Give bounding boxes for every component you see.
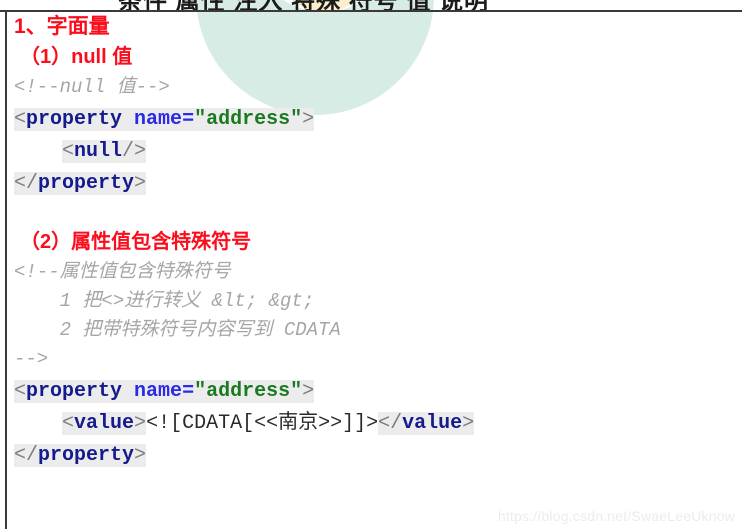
code-token-tag: property — [38, 444, 135, 467]
cropped-top-text: 条件 属性 注入 特殊 符号 值 说明 — [118, 0, 489, 10]
cropped-top-text-row: 条件 属性 注入 特殊 符号 值 说明 — [0, 0, 742, 10]
code-block-null: <property name="address"> <null/> </prope… — [14, 104, 730, 200]
code-token-plain — [122, 380, 135, 403]
section-heading: 1、字面量 — [14, 15, 110, 38]
code-line: </property> — [14, 440, 730, 472]
code-token-punct: > — [134, 444, 147, 467]
code-token-attr: name — [134, 380, 183, 403]
section-subheading: （2）属性值包含特殊符号 — [20, 231, 252, 253]
code-token-tag: property — [26, 380, 123, 403]
code-token-punct: > — [302, 380, 315, 403]
code-line: <value><![CDATA[<<南京>>]]></value> — [14, 408, 730, 440]
watermark-url: https://blog.csdn.net/SwaeLeeUknow — [497, 508, 735, 524]
code-token-value: "address" — [194, 380, 303, 403]
code-token-tag: value — [402, 412, 463, 435]
code-token-plain — [122, 108, 135, 131]
code-token-tag: value — [74, 412, 135, 435]
section-special-chars: （2）属性值包含特殊符号 <!--属性值包含特殊符号 1 把<>进行转义 &lt… — [14, 228, 730, 472]
code-token-tag: null — [74, 140, 123, 163]
code-line: <property name="address"> — [14, 104, 730, 136]
code-line: <null/> — [14, 136, 730, 168]
code-token-punct: </ — [14, 444, 39, 467]
code-token-punct: < — [14, 380, 27, 403]
code-token-punct: < — [62, 140, 75, 163]
code-token-punct: > — [134, 412, 147, 435]
code-token-punct: </ — [378, 412, 403, 435]
xml-comment-line: <!--属性值包含特殊符号 — [14, 261, 231, 283]
code-token-punct: > — [302, 108, 315, 131]
code-token-eq: = — [182, 108, 195, 131]
code-token-punct: > — [134, 172, 147, 195]
slide-canvas: 条件 属性 注入 特殊 符号 值 说明 1、字面量 （1）null 值 <!--… — [0, 0, 742, 529]
code-token-punct: < — [14, 108, 27, 131]
code-token-eq: = — [182, 380, 195, 403]
code-line: </property> — [14, 168, 730, 200]
code-token-plain: <![CDATA[<<南京>>]]> — [146, 412, 379, 435]
code-token-tag: property — [26, 108, 123, 131]
xml-comment-line: 2 把带特殊符号内容写到 CDATA — [14, 319, 341, 341]
code-token-punct: < — [62, 412, 75, 435]
code-token-punct: /> — [122, 140, 147, 163]
code-block-cdata: <property name="address"> <value><![CDAT… — [14, 376, 730, 472]
code-token-punct: > — [462, 412, 475, 435]
xml-comment: <!--null 值--> — [14, 76, 170, 98]
xml-comment-line: 1 把<>进行转义 &lt; &gt; — [14, 290, 315, 312]
code-token-punct: </ — [14, 172, 39, 195]
slide-content: 1、字面量 （1）null 值 <!--null 值--> <property … — [14, 12, 730, 472]
section-literals: 1、字面量 （1）null 值 <!--null 值--> <property … — [14, 12, 730, 200]
left-border-rule — [5, 10, 7, 529]
code-token-attr: name — [134, 108, 183, 131]
code-token-tag: property — [38, 172, 135, 195]
code-token-indent — [14, 140, 62, 163]
xml-comment-line: --> — [14, 348, 49, 370]
section-subheading: （1）null 值 — [20, 46, 133, 68]
code-token-indent — [14, 412, 62, 435]
code-token-value: "address" — [194, 108, 303, 131]
code-line: <property name="address"> — [14, 376, 730, 408]
